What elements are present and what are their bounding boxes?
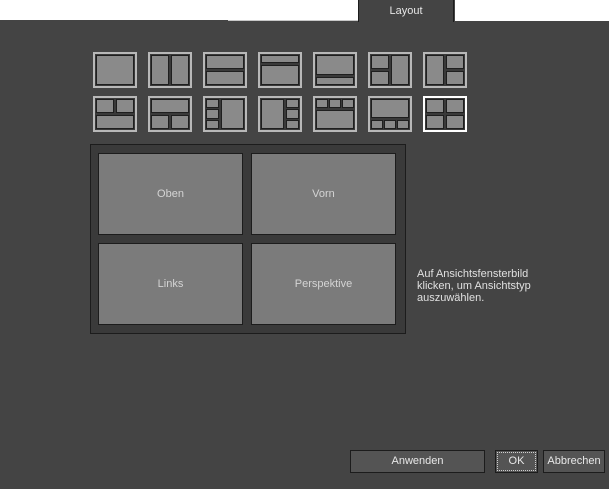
layout-thumb-3-left-split[interactable] [368,52,412,88]
layout-cell [316,77,354,85]
layout-cell [151,99,189,113]
layout-cell [329,99,341,108]
ok-button[interactable]: OK [495,450,538,473]
layout-cell [446,115,464,129]
layout-cell [286,109,299,119]
layout-cell [96,115,134,129]
layout-cell [286,120,299,129]
layout-cell [206,55,244,69]
tab-bar: Layout [0,0,609,22]
layout-thumb-3-bottom-split[interactable] [148,96,192,132]
layout-cell [316,110,354,129]
layout-cell [342,99,354,108]
layout-cell [446,71,464,85]
layout-cell [171,115,189,129]
layout-cell [316,99,328,108]
layout-cell [371,99,409,118]
layout-thumb-3-right-split[interactable] [423,52,467,88]
layout-cell [391,55,409,85]
hint-text: Auf Ansichtsfensterbild klicken, um Ansi… [417,268,531,304]
layout-thumb-4-grid[interactable] [423,96,467,132]
layout-cell [261,55,299,63]
tab-blank-right[interactable] [455,0,609,21]
layout-cell [206,109,219,119]
layout-cell [446,99,464,113]
layout-cell [446,55,464,69]
layout-cell [371,71,389,85]
layout-cell [384,120,396,129]
layout-cell [206,71,244,85]
layout-cell [426,99,444,113]
layout-thumb-3-top-split[interactable] [93,96,137,132]
layout-thumb-4-top-row[interactable] [313,96,357,132]
layout-cell [261,65,299,85]
layout-thumb-2-vertical[interactable] [148,52,192,88]
layout-cell [397,120,409,129]
layout-cell [151,55,169,85]
tab-blank-left[interactable] [0,0,358,21]
viewport-bottom-right[interactable]: Perspektive [251,243,396,325]
layout-cell [96,99,114,113]
layout-thumb-4-left-column[interactable] [203,96,247,132]
layout-thumb-4-right-column[interactable] [258,96,302,132]
layout-thumb-4-bottom-row[interactable] [368,96,412,132]
layout-cell [371,120,383,129]
viewport-top-left[interactable]: Oben [98,153,243,235]
layout-cell [426,115,444,129]
layout-cell [96,55,134,85]
layout-thumb-2-horizontal-top-small[interactable] [258,52,302,88]
layout-cell [286,99,299,108]
layout-cell [151,115,169,129]
viewport-top-right[interactable]: Vorn [251,153,396,235]
layout-cell [426,55,444,85]
layout-preview: Oben Vorn Links Perspektive [90,144,406,334]
layout-cell [116,99,134,113]
layout-cell [206,99,219,108]
layout-cell [371,55,389,69]
layout-cell [221,99,244,129]
tab-layout[interactable]: Layout [358,0,454,22]
cancel-button[interactable]: Abbrechen [543,450,605,473]
layout-thumb-single[interactable] [93,52,137,88]
layout-cell [316,55,354,75]
layout-cell [261,99,284,129]
layout-cell [206,120,219,129]
layout-cell [171,55,189,85]
viewport-bottom-left[interactable]: Links [98,243,243,325]
layout-thumb-2-horizontal-bottom-small[interactable] [313,52,357,88]
layout-thumb-2-horizontal[interactable] [203,52,247,88]
apply-button[interactable]: Anwenden [350,450,485,473]
